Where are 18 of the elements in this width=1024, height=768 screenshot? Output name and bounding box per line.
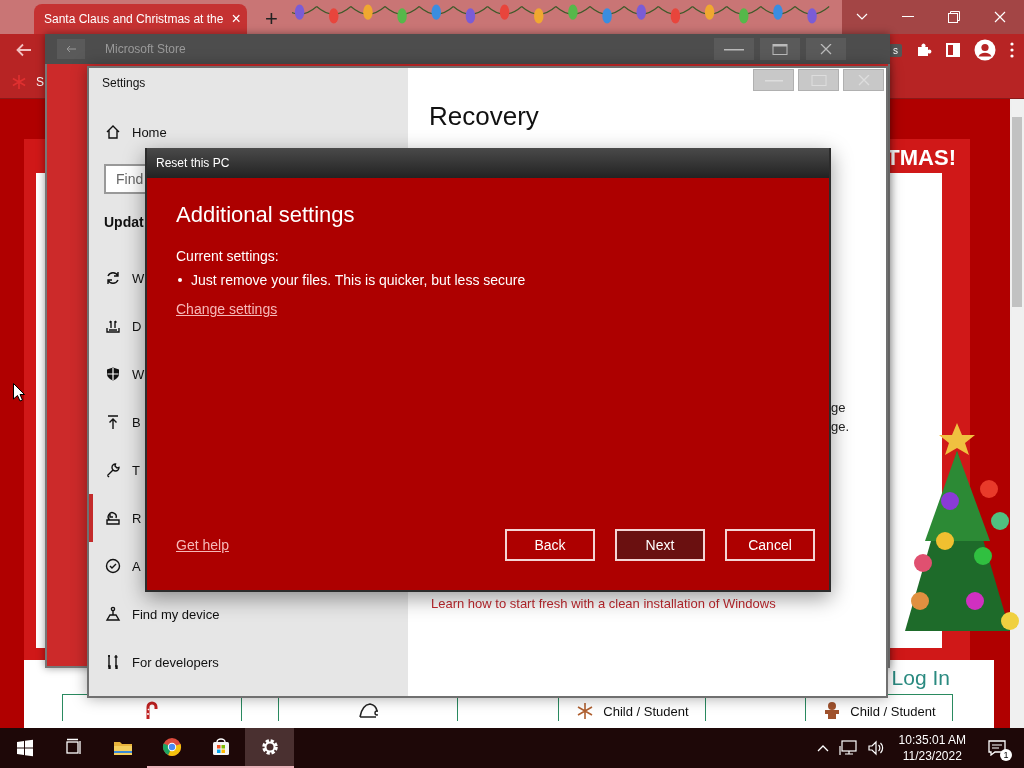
settings-label: Current settings:	[176, 248, 280, 264]
body-text: ge.	[831, 418, 851, 436]
section-heading: Updat	[103, 213, 144, 232]
card-label: Child / Student	[603, 703, 689, 721]
clock-time: 10:35:01 AM	[898, 732, 966, 748]
notification-count: 1	[1000, 749, 1012, 761]
clock-date: 11/23/2022	[902, 748, 962, 764]
banner-heading: TMAS!	[886, 145, 957, 171]
card-label: Child / Student	[850, 703, 936, 721]
dialog-heading: Additional settings	[176, 202, 356, 228]
window-title: Microsoft Store	[105, 42, 186, 56]
tab-title: Santa Claus and Christmas at the	[44, 12, 224, 26]
page-heading: Recovery	[429, 101, 540, 132]
dialog-title: Reset this PC	[147, 148, 829, 178]
window-title: Settings	[101, 75, 147, 92]
login-heading: Log In	[891, 666, 950, 690]
bullet-text: Just remove your files. This is quicker, but less secure	[191, 272, 526, 288]
body-text: ge	[831, 399, 847, 417]
